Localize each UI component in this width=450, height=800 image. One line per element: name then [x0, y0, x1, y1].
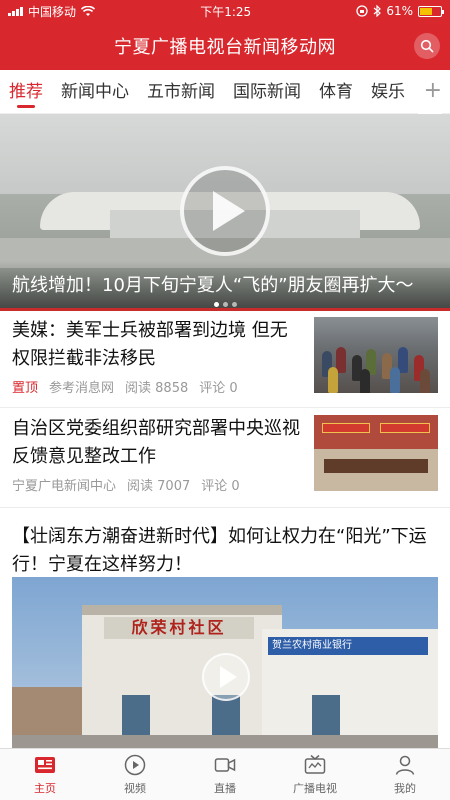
news-meta: 置顶 参考消息网 阅读 8858 评论 0: [12, 377, 238, 396]
nav-profile[interactable]: 我的: [360, 749, 450, 800]
nav-label: 主页: [34, 782, 56, 795]
nav-video[interactable]: 视频: [90, 749, 180, 800]
rotation-lock-icon: [356, 5, 368, 17]
tab-sports[interactable]: 体育: [310, 70, 362, 114]
search-button[interactable]: [414, 33, 440, 59]
home-news-icon: [35, 757, 55, 773]
play-button[interactable]: [180, 166, 270, 256]
news-thumbnail: [314, 415, 438, 491]
news-item[interactable]: 自治区党委组织部研究部署中央巡视反馈意见整改工作 宁夏广电新闻中心 阅读 700…: [0, 409, 450, 508]
feature-headline: 【壮阔东方潮奋进新时代】如何让权力在“阳光”下运行！宁夏在这样努力！: [12, 526, 427, 575]
clock: 下午1:25: [200, 4, 252, 19]
feature-video-thumbnail[interactable]: 欣荣村社区 贺兰农村商业银行: [12, 577, 438, 748]
hero-caption: 航线增加！10月下旬宁夏人“飞的”朋友圈再扩大～: [12, 275, 414, 296]
community-sign: 欣荣村社区: [104, 617, 254, 639]
user-icon: [395, 755, 415, 775]
top-bar: 中国移动 下午1:25 61% 宁夏广播电视台新闻移动网: [0, 0, 450, 70]
app-title: 宁夏广播电视台新闻移动网: [114, 37, 336, 58]
news-meta: 宁夏广电新闻中心 阅读 7007 评论 0: [12, 475, 240, 494]
title-bar: 宁夏广播电视台新闻移动网: [0, 22, 450, 70]
news-source: 参考消息网: [49, 381, 115, 396]
play-button[interactable]: [202, 653, 250, 701]
add-tab-button[interactable]: +: [417, 70, 442, 114]
comment-count: 评论 0: [201, 479, 240, 494]
status-bar: 中国移动 下午1:25 61%: [0, 0, 450, 22]
signal-icon: [8, 6, 23, 16]
news-headline: 自治区党委组织部研究部署中央巡视反馈意见整改工作: [12, 418, 300, 467]
news-thumbnail: [314, 317, 438, 393]
news-headline: 美媒：美军士兵被部署到边境 但无权限拦截非法移民: [12, 320, 288, 369]
nav-label: 广播电视: [293, 782, 337, 795]
category-tabs: 推荐 新闻中心 五市新闻 国际新闻 体育 娱乐 +: [0, 70, 450, 114]
video-play-icon: [124, 754, 146, 776]
nav-home[interactable]: 主页: [0, 749, 90, 800]
battery-icon: [417, 5, 444, 17]
pinned-badge: 置顶: [12, 381, 39, 396]
news-source: 宁夏广电新闻中心: [12, 479, 117, 494]
play-icon: [220, 666, 237, 688]
hero-video[interactable]: 航线增加！10月下旬宁夏人“飞的”朋友圈再扩大～: [0, 114, 450, 311]
play-icon: [213, 191, 245, 231]
nav-label: 直播: [214, 782, 236, 795]
nav-label: 视频: [124, 782, 146, 795]
tab-five-cities[interactable]: 五市新闻: [138, 70, 224, 114]
live-camera-icon: [214, 758, 236, 772]
carrier-label: 中国移动: [28, 4, 77, 19]
bank-sign: 贺兰农村商业银行: [268, 637, 428, 655]
news-item[interactable]: 美媒：美军士兵被部署到边境 但无权限拦截非法移民 置顶 参考消息网 阅读 885…: [0, 311, 450, 408]
bottom-navigation: 主页 视频 直播 广播电视 我的: [0, 748, 450, 800]
bluetooth-icon: [373, 5, 382, 17]
carousel-dots: [0, 302, 450, 307]
tab-news-center[interactable]: 新闻中心: [52, 70, 138, 114]
tab-entertainment[interactable]: 娱乐: [362, 70, 414, 114]
search-icon: [420, 39, 434, 53]
nav-label: 我的: [394, 782, 416, 795]
tab-recommended[interactable]: 推荐: [0, 70, 52, 114]
battery-percent: 61%: [386, 4, 413, 18]
wifi-icon: [81, 5, 96, 16]
comment-count: 评论 0: [199, 381, 238, 396]
read-count: 阅读 7007: [127, 479, 191, 494]
nav-live[interactable]: 直播: [180, 749, 270, 800]
feature-article[interactable]: 【壮阔东方潮奋进新时代】如何让权力在“阳光”下运行！宁夏在这样努力！ 欣荣村社区…: [0, 517, 450, 748]
tab-international[interactable]: 国际新闻: [224, 70, 310, 114]
tv-icon: [304, 754, 326, 774]
nav-broadcast-tv[interactable]: 广播电视: [270, 749, 360, 800]
read-count: 阅读 8858: [125, 381, 189, 396]
